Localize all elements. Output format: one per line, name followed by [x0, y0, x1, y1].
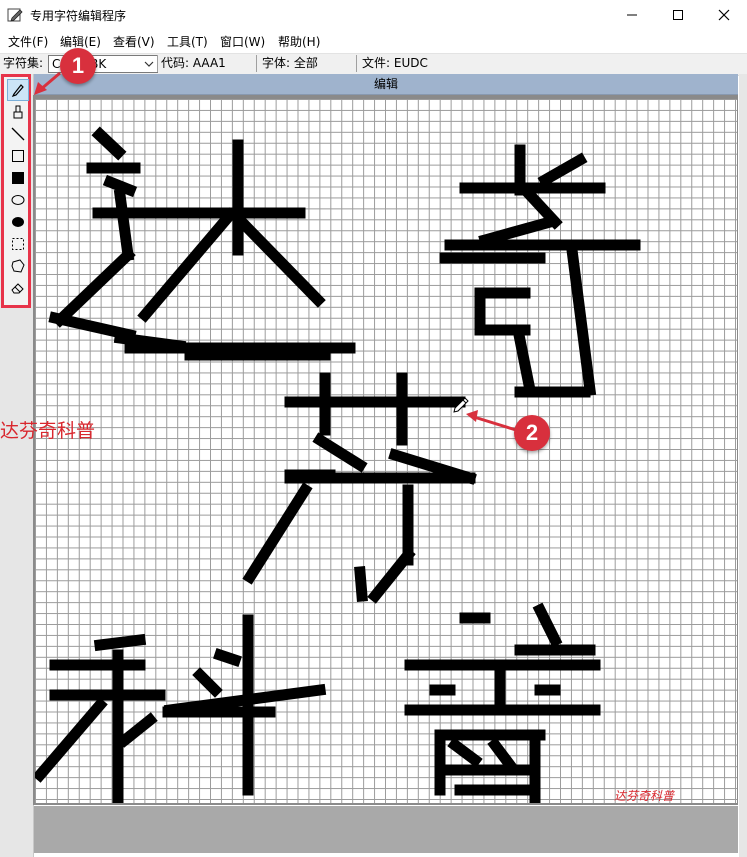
chevron-down-icon [144, 58, 154, 72]
divider [356, 55, 357, 72]
window-title: 专用字符编辑程序 [30, 9, 127, 23]
pixel-stroke [312, 432, 368, 473]
pixel-stroke [137, 207, 238, 323]
pixel-stroke [513, 333, 537, 397]
tool-pencil[interactable] [7, 79, 29, 101]
brush-icon [13, 105, 23, 119]
minimize-button[interactable] [609, 0, 655, 30]
tool-hollow-rect[interactable] [8, 146, 28, 166]
pixel-stroke [102, 174, 138, 198]
freeform-select-icon [11, 259, 25, 273]
pencil-icon [11, 84, 24, 97]
title-bar: 专用字符编辑程序 [0, 0, 747, 30]
pixel-stroke [532, 602, 563, 648]
watermark-text: 达芬奇科普 [0, 420, 96, 442]
menu-file[interactable]: 文件(F) [8, 33, 48, 50]
pixel-stroke [447, 737, 483, 768]
toolbox-highlight [1, 74, 31, 308]
tool-eraser[interactable] [8, 278, 28, 298]
close-button[interactable] [701, 0, 747, 30]
pixel-stroke [227, 207, 326, 308]
maximize-icon [673, 10, 683, 20]
close-icon [718, 9, 730, 21]
divider [256, 55, 257, 72]
menu-window[interactable]: 窗口(W) [220, 33, 265, 50]
pixel-stroke [52, 247, 136, 328]
line-icon [11, 127, 25, 141]
app-pen-icon [7, 7, 23, 23]
tool-brush[interactable] [8, 102, 28, 122]
eraser-icon [11, 283, 24, 294]
editor-header: 编辑 [34, 74, 738, 95]
pixel-stroke [354, 566, 368, 602]
tool-hollow-ellipse[interactable] [8, 190, 28, 210]
tool-filled-ellipse[interactable] [8, 212, 28, 232]
menu-tools[interactable]: 工具(T) [167, 33, 208, 50]
maximize-button[interactable] [655, 0, 701, 30]
font-display: 字体: 全部 [262, 56, 318, 70]
hollow-ellipse-icon [11, 195, 25, 205]
filled-ellipse-icon [12, 217, 24, 227]
tool-line[interactable] [8, 124, 28, 144]
pixel-stroke [565, 243, 597, 397]
pixel-stroke [113, 188, 135, 262]
pixel-stroke [91, 126, 127, 161]
pixel-stroke [367, 547, 416, 604]
reference-panel [34, 806, 738, 853]
watermark-small: 达芬奇科普 [614, 789, 675, 803]
step-badge-1: 1 [60, 48, 96, 84]
pixel-stroke [242, 482, 313, 585]
pixel-stroke [93, 633, 147, 652]
tool-filled-rect[interactable] [8, 168, 28, 188]
filled-rectangle-icon [12, 172, 24, 184]
rect-select-icon [12, 238, 24, 250]
glyph-pixels [35, 126, 641, 803]
menu-help[interactable]: 帮助(H) [278, 33, 320, 50]
pixel-stroke [192, 667, 223, 698]
tool-rect-select[interactable] [8, 234, 28, 254]
pixel-stroke [478, 215, 557, 247]
divider [157, 55, 158, 72]
code-display: 代码: AAA1 [161, 56, 226, 70]
scroll-edge [739, 74, 747, 857]
minimize-icon [627, 14, 637, 16]
glyph-edit-grid[interactable] [35, 99, 737, 803]
hollow-rectangle-icon [12, 150, 24, 162]
pixel-stroke [487, 737, 518, 773]
pixel-stroke [117, 712, 158, 748]
pencil-cursor-icon [452, 396, 470, 417]
pixel-stroke [35, 697, 108, 783]
pixel-stroke [537, 152, 588, 188]
step-badge-2: 2 [514, 415, 550, 451]
pixel-stroke [213, 648, 242, 667]
charset-label: 字符集: [3, 56, 44, 70]
file-display: 文件: EUDC [362, 56, 428, 70]
tool-freeform-select[interactable] [8, 256, 28, 276]
menu-view[interactable]: 查看(V) [113, 33, 155, 50]
